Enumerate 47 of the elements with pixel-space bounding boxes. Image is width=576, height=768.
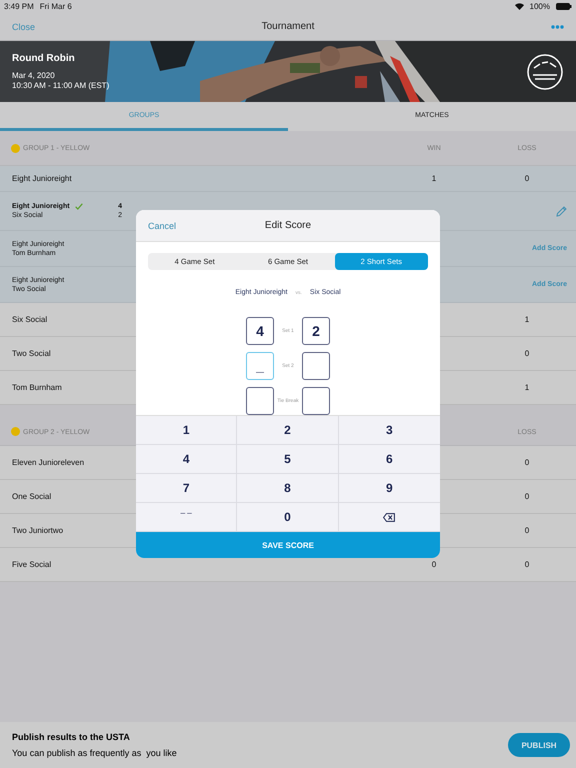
team-name: Eight Junioreight [12, 174, 72, 183]
event-time: 10:30 AM - 11:00 AM (EST) [12, 81, 110, 91]
keypad-key[interactable]: 0 [237, 503, 339, 532]
win-count: 1 [430, 174, 438, 183]
backspace-icon [383, 512, 396, 522]
event-title: Round Robin [12, 53, 76, 64]
loss-count: 0 [524, 458, 530, 467]
loss-count: 0 [524, 492, 530, 501]
logo-icon [526, 53, 564, 91]
score-field[interactable]: 4 [246, 317, 274, 346]
team-name: Eleven Junioreleven [12, 458, 84, 467]
team-row[interactable]: Eight Junioreight 1 0 [0, 166, 576, 192]
team-name: Six Social [12, 315, 48, 324]
keypad-key[interactable]: 8 [237, 474, 339, 504]
score-field[interactable]: _ [246, 352, 274, 380]
wifi-icon [514, 3, 524, 10]
loss-count: 0 [524, 174, 530, 183]
team-name: Two Juniortwo [12, 526, 64, 535]
score-field[interactable] [302, 352, 330, 380]
score-field[interactable]: 2 [302, 317, 330, 346]
status-time: 3:49 PM [4, 2, 34, 11]
event-date: Mar 4, 2020 [12, 71, 56, 81]
score-field[interactable] [246, 387, 274, 416]
battery-percent: 100% [530, 2, 550, 11]
keypad-key[interactable]: 5 [237, 445, 339, 474]
loss-count: 1 [524, 315, 530, 324]
keypad-key[interactable]: 4 [136, 445, 238, 474]
status-date: Fri Mar 6 [40, 2, 72, 11]
publish-title: Publish results to the USTA [12, 732, 131, 742]
keypad-key[interactable]: 1 [136, 416, 238, 446]
loss-count: 1 [524, 383, 530, 392]
score-field[interactable] [302, 387, 330, 416]
keypad-key[interactable]: 7 [136, 474, 238, 504]
team-name: Tom Burnham [12, 383, 62, 392]
team-name: Five Social [12, 560, 52, 569]
loss-count: 0 [524, 349, 530, 358]
team-name: Two Social [12, 349, 51, 358]
battery-icon [556, 3, 572, 10]
win-count: 0 [430, 560, 438, 569]
team-name: One Social [12, 492, 52, 501]
nav-title: Tournament [262, 21, 314, 32]
publish-text: You can publish as frequently as you like [12, 748, 178, 758]
loss-count: 0 [524, 560, 530, 569]
loss-count: 0 [524, 526, 530, 535]
keypad-key[interactable]: _ _ [136, 503, 238, 532]
dialog-title: Edit Score [264, 220, 312, 232]
keypad-key[interactable]: 2 [237, 416, 339, 446]
